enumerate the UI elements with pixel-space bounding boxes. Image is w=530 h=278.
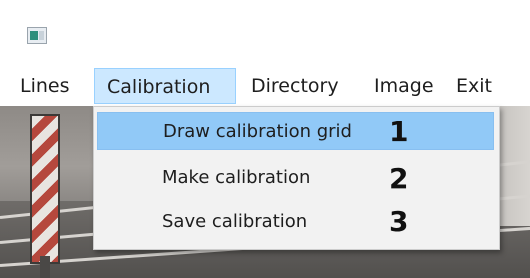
annotation-number-3: 3 [389, 205, 409, 238]
annotation-number-1: 1 [389, 115, 409, 148]
striped-marker-post [30, 114, 60, 264]
calibration-dropdown-menu: Draw calibration grid Make calibration S… [93, 106, 500, 250]
menu-image[interactable]: Image [374, 68, 434, 104]
marker-pole [40, 256, 50, 278]
app-window: Lines Calibration Directory Image Exit D… [0, 0, 530, 278]
menu-exit[interactable]: Exit [456, 68, 492, 104]
menu-item-make-calibration[interactable]: Make calibration [97, 159, 494, 197]
menu-calibration[interactable]: Calibration [94, 68, 236, 104]
menu-directory[interactable]: Directory [251, 68, 339, 104]
menu-lines[interactable]: Lines [20, 68, 70, 104]
menu-item-draw-calibration-grid[interactable]: Draw calibration grid [97, 112, 494, 150]
app-window-icon [27, 27, 47, 44]
annotation-number-2: 2 [389, 162, 409, 195]
menu-item-save-calibration[interactable]: Save calibration [97, 203, 494, 241]
menu-bar: Lines Calibration Directory Image Exit [0, 68, 530, 107]
